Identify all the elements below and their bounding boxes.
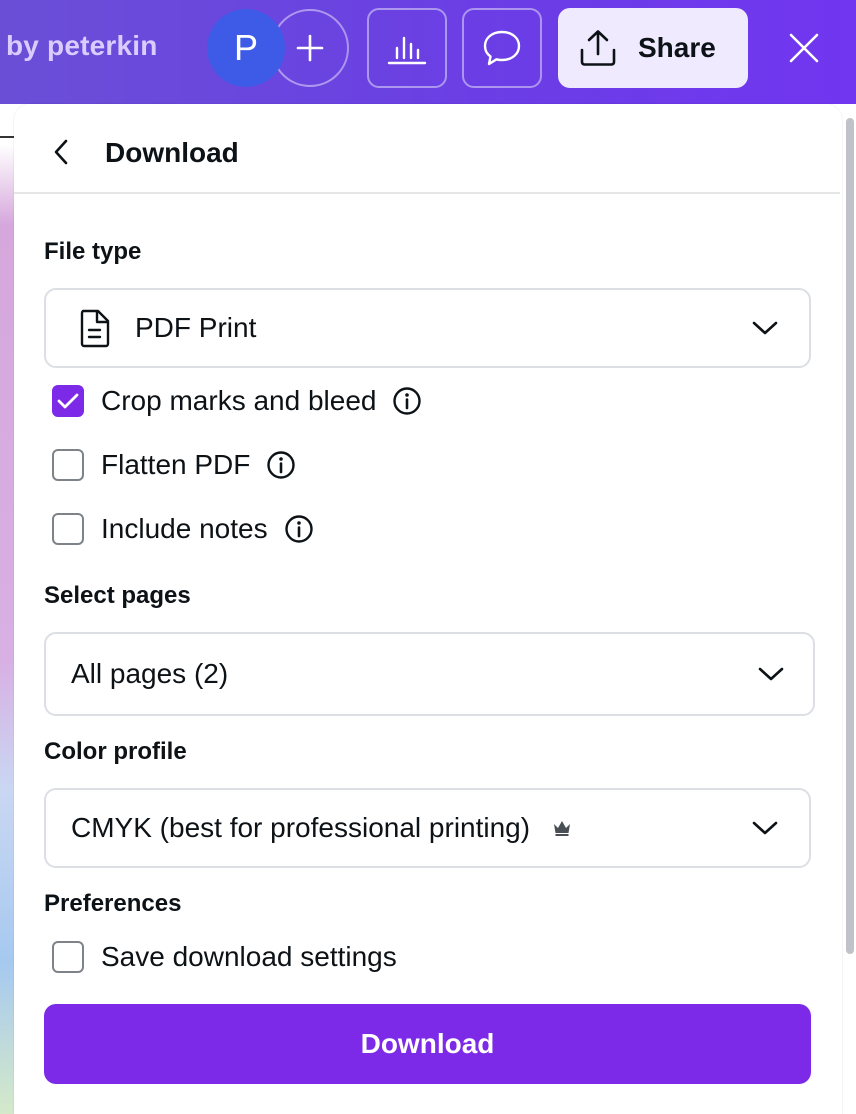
chevron-down-icon (751, 814, 779, 842)
avatar-letter: P (233, 27, 258, 68)
panel-header: Download (14, 104, 840, 194)
flatten-pdf-option[interactable]: Flatten PDF (52, 445, 296, 485)
crown-icon (554, 821, 571, 836)
save-settings-option[interactable]: Save download settings (52, 937, 397, 977)
crop-marks-checkbox[interactable] (52, 385, 84, 417)
close-icon (789, 33, 819, 63)
select-pages-value: All pages (2) (71, 658, 229, 689)
plus-icon (296, 34, 324, 62)
color-profile-label: Color profile (44, 738, 187, 765)
bar-chart-icon (387, 36, 427, 65)
file-type-label: File type (44, 238, 142, 265)
user-avatar[interactable]: P (207, 9, 285, 87)
save-settings-checkbox[interactable] (52, 941, 84, 973)
download-button[interactable]: Download (44, 1004, 811, 1084)
flatten-pdf-checkbox[interactable] (52, 449, 84, 481)
analytics-button[interactable] (367, 8, 447, 88)
include-notes-label: Include notes (101, 513, 268, 544)
canvas-background (0, 104, 14, 1114)
checkmark-icon (57, 393, 79, 409)
save-settings-label: Save download settings (101, 941, 397, 972)
crop-marks-label: Crop marks and bleed (101, 385, 377, 416)
download-panel: Download File type PDF Print Crop marks … (14, 104, 842, 1114)
info-icon[interactable] (284, 514, 314, 544)
color-profile-dropdown[interactable]: CMYK (best for professional printing) (44, 788, 811, 868)
back-button[interactable] (44, 132, 78, 172)
info-icon[interactable] (392, 386, 422, 416)
file-type-value: PDF Print (135, 312, 257, 343)
editor-header: by peterkin P Share (0, 0, 856, 104)
flatten-pdf-label: Flatten PDF (101, 449, 251, 480)
comment-icon (483, 30, 521, 66)
chevron-down-icon (757, 660, 785, 688)
comments-button[interactable] (462, 8, 542, 88)
design-byline: by peterkin (6, 30, 158, 61)
share-button[interactable]: Share (558, 8, 748, 88)
panel-title: Download (105, 137, 239, 168)
chevron-down-icon (751, 314, 779, 342)
download-button-label: Download (360, 1028, 495, 1059)
select-pages-dropdown[interactable]: All pages (2) (44, 632, 815, 716)
include-notes-option[interactable]: Include notes (52, 509, 314, 549)
crop-marks-option[interactable]: Crop marks and bleed (52, 381, 422, 421)
info-icon[interactable] (266, 450, 296, 480)
close-button[interactable] (776, 16, 832, 80)
preferences-label: Preferences (44, 890, 182, 917)
panel-scrollbar[interactable] (846, 118, 854, 954)
upload-icon (580, 30, 616, 66)
select-pages-label: Select pages (44, 582, 191, 609)
file-type-select[interactable]: PDF Print (44, 288, 811, 368)
document-icon (80, 309, 110, 348)
share-label: Share (638, 32, 716, 63)
include-notes-checkbox[interactable] (52, 513, 84, 545)
chevron-left-icon (54, 139, 68, 165)
color-profile-value: CMYK (best for professional printing) (71, 812, 531, 843)
